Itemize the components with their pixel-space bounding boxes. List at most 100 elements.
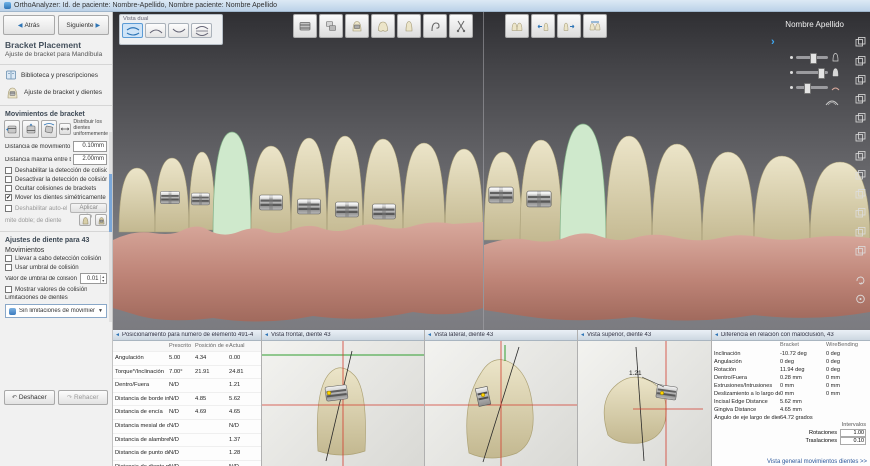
opacity-slider-row-3[interactable] [790, 82, 840, 92]
rotate-bracket-button[interactable] [41, 120, 57, 138]
dual-view-button-1[interactable] [122, 23, 143, 38]
gingiva-mesh[interactable] [484, 233, 870, 320]
bracket[interactable] [527, 191, 551, 207]
movement-distance-input[interactable]: 0.10mm [73, 141, 107, 152]
movements-overview-link[interactable]: Vista general movimientos dientes >> [767, 459, 867, 465]
checkbox-perform-collision-detection[interactable]: Llevar a cabo detección colisión [0, 254, 112, 263]
dual-view-button-2[interactable] [145, 23, 166, 38]
mirror-right-tool-button[interactable] [557, 14, 581, 38]
section-bracket-adjust[interactable]: Ajuste de bracket y dientes [0, 83, 112, 102]
selected-tooth-43[interactable] [560, 124, 606, 246]
lateral-view[interactable] [425, 341, 577, 466]
collapse-panel-button[interactable]: ◄ [427, 331, 432, 340]
collapse-panel-button[interactable]: ◄ [580, 331, 585, 340]
distribute-teeth-button[interactable] [59, 123, 71, 135]
tooth-43-frontal[interactable] [317, 368, 365, 455]
3d-scene-left[interactable] [113, 40, 483, 330]
view-layout-button-6[interactable] [852, 129, 868, 144]
view-layout-button-8[interactable] [852, 167, 868, 182]
checkbox-disable-gingiva-collision[interactable]: Desactivar la detección de colisión con … [0, 175, 112, 184]
undo-button[interactable]: ↶ Deshacer [4, 390, 55, 405]
checkbox-hide-bracket-collisions[interactable]: Ocultar colisiones de brackets [0, 184, 112, 193]
view-layout-button-7[interactable] [852, 148, 868, 163]
tooth-tool-button[interactable] [397, 14, 421, 38]
collapse-panel-button[interactable]: ◄ [115, 331, 120, 340]
view-layout-button-3[interactable] [852, 72, 868, 87]
checkbox-disable-auto-tip[interactable]: Deshabilitar auto-ela Aplicar tip [0, 202, 112, 214]
bracket-reference-dot[interactable] [660, 391, 664, 395]
bracket[interactable] [191, 193, 209, 205]
bracket[interactable] [336, 202, 359, 217]
molar-tool-button[interactable] [371, 14, 395, 38]
section-library[interactable]: Biblioteca y prescripciones [0, 67, 112, 83]
mirror-left-tool-button[interactable] [531, 14, 555, 38]
bracket[interactable] [160, 191, 179, 204]
checkbox-move-teeth-symmetrically[interactable]: ✔ Mover los dientes simétricamente [0, 193, 112, 202]
view-layout-button-4[interactable] [852, 91, 868, 106]
dual-view-button-3[interactable] [168, 23, 189, 38]
scrollbar-thumb[interactable] [109, 174, 112, 232]
lateral-view-render[interactable] [425, 341, 577, 466]
spinner-arrows[interactable]: ▲ ▼ [100, 275, 106, 283]
checkbox-use-collision-threshold[interactable]: Usar umbral de colisión [0, 263, 112, 272]
selected-tooth-43[interactable] [213, 132, 251, 236]
checkbox-disable-collision-drag[interactable]: Deshabilitar la detección de colisiones … [0, 166, 112, 175]
view-layout-button-12[interactable] [852, 243, 868, 258]
bracket[interactable] [260, 195, 283, 210]
molar-bracket-tool-button[interactable] [345, 14, 369, 38]
checkbox-show-collision-values[interactable]: Mostrar valores de colisión [0, 285, 112, 294]
bracket-reference-dot[interactable] [481, 393, 485, 397]
view-layout-button-10[interactable] [852, 205, 868, 220]
view-layout-button-5[interactable] [852, 110, 868, 125]
bracket-reference-dot[interactable] [327, 391, 331, 395]
hook-tool-button[interactable] [423, 14, 447, 38]
panel-expander-icon[interactable]: › [771, 36, 775, 48]
superior-view-render[interactable]: 1.21 [578, 341, 711, 466]
opacity-slider-row-1[interactable] [790, 52, 840, 62]
opacity-slider-3[interactable] [796, 86, 828, 89]
bracket-placement-tool-button[interactable] [293, 14, 317, 38]
slider-thumb[interactable] [810, 53, 817, 64]
frontal-view[interactable] [262, 341, 424, 466]
sidebar-scrollbar[interactable] [109, 132, 112, 322]
opacity-slider-1[interactable] [796, 56, 828, 59]
dual-view-button-4[interactable] [191, 23, 212, 38]
view-layout-button-11[interactable] [852, 224, 868, 239]
spin-down-icon[interactable]: ▼ [102, 279, 105, 283]
slider-thumb[interactable] [804, 83, 811, 94]
teeth-pair-tool-button[interactable] [505, 14, 529, 38]
back-button[interactable]: ◀ Atrás [3, 15, 55, 35]
superior-view[interactable]: 1.21 [578, 341, 711, 466]
3d-viewport[interactable]: Vista dual [113, 12, 870, 330]
link-teeth-tool-button[interactable] [583, 14, 607, 38]
redo-button[interactable]: ↷ Rehacer [58, 390, 109, 405]
bracket[interactable] [656, 384, 678, 400]
collapse-panel-button[interactable]: ◄ [264, 331, 269, 340]
collapse-panel-button[interactable]: ◄ [714, 331, 719, 340]
apply-tip-button[interactable]: Aplicar tip [70, 203, 107, 213]
slider-thumb[interactable] [818, 68, 825, 79]
rotate-view-button[interactable] [852, 272, 868, 287]
move-bracket-free-button[interactable] [4, 120, 20, 138]
bracket[interactable] [373, 204, 396, 219]
view-layout-button-2[interactable] [852, 53, 868, 68]
move-bracket-vertical-button[interactable] [22, 120, 38, 138]
bracket-library-tool-button[interactable] [319, 14, 343, 38]
translation-interval-input[interactable]: 0.10 [840, 437, 866, 446]
opacity-slider-2[interactable] [796, 71, 828, 74]
reset-view-button[interactable] [852, 291, 868, 306]
view-layout-button-1[interactable] [852, 34, 868, 49]
tooth-widget-button-2[interactable] [95, 214, 107, 226]
next-button[interactable]: Siguiente ▶ [58, 15, 110, 35]
collision-threshold-input[interactable]: 0.01 ▲ ▼ [80, 273, 107, 284]
frontal-view-render[interactable] [262, 341, 424, 466]
bracket[interactable] [489, 187, 513, 203]
tooth-widget-button[interactable] [79, 214, 91, 226]
opacity-slider-row-2[interactable] [790, 67, 840, 77]
max-bracket-distance-input[interactable]: 2.00mm [73, 154, 107, 165]
bracket[interactable] [298, 199, 321, 214]
pliers-tool-button[interactable] [449, 14, 473, 38]
view-layout-button-9[interactable] [852, 186, 868, 201]
gingiva-mesh[interactable] [113, 222, 483, 322]
tooth-limitations-select[interactable]: Sin limitaciones de movimientos ▼ [5, 304, 107, 318]
